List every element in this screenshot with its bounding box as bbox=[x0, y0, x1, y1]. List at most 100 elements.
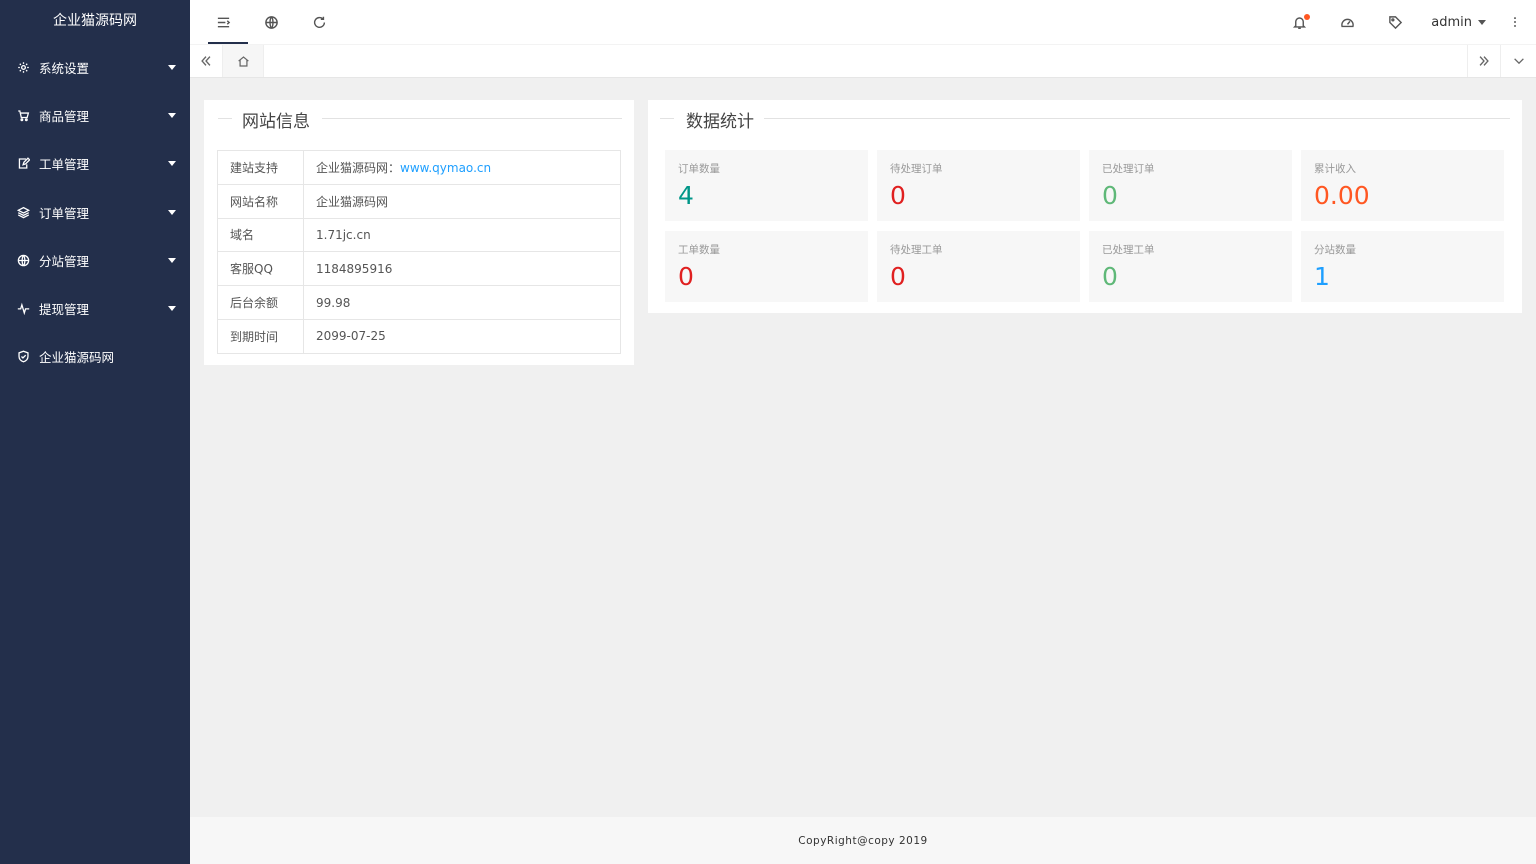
stat-label: 待处理工单 bbox=[890, 244, 943, 256]
card-title: 网站信息 bbox=[204, 100, 634, 136]
sidebar-item-substations[interactable]: 分站管理 bbox=[0, 236, 190, 284]
info-key: 后台余额 bbox=[217, 285, 304, 320]
layers-icon bbox=[16, 205, 30, 219]
stat-label: 已处理工单 bbox=[1102, 244, 1155, 256]
sidebar-item-products[interactable]: 商品管理 bbox=[0, 91, 190, 139]
info-key: 网站名称 bbox=[217, 183, 304, 219]
website-button[interactable] bbox=[248, 0, 294, 44]
stat-value: 4 bbox=[678, 181, 694, 210]
table-row: 客服QQ 1184895916 bbox=[217, 251, 621, 287]
sidebar-item-label: 订单管理 bbox=[39, 205, 90, 221]
stat-ticket-count: 工单数量 0 bbox=[665, 231, 868, 302]
stat-label: 分站数量 bbox=[1314, 244, 1356, 256]
tab-scroll-left-button[interactable] bbox=[190, 45, 223, 77]
site-info-card: 网站信息 建站支持 企业猫源码网：www.qymao.cn 网站名称 企业猫源码… bbox=[204, 100, 634, 365]
sidebar-item-label: 提现管理 bbox=[39, 302, 90, 318]
caret-down-icon bbox=[168, 209, 176, 215]
info-key: 域名 bbox=[217, 217, 304, 253]
user-name: admin bbox=[1431, 14, 1472, 30]
globe-icon bbox=[16, 253, 30, 267]
sidebar-item-system-settings[interactable]: 系统设置 bbox=[0, 43, 190, 91]
stat-value: 0.00 bbox=[1314, 181, 1370, 210]
copyright-text: CopyRight@copy 2019 bbox=[798, 834, 928, 847]
stat-label: 订单数量 bbox=[678, 163, 720, 175]
sidebar-item-label: 企业猫源码网 bbox=[39, 350, 115, 366]
home-icon bbox=[237, 55, 249, 67]
notification-dot bbox=[1304, 14, 1310, 20]
footer: CopyRight@copy 2019 bbox=[190, 817, 1536, 864]
more-vertical-icon bbox=[1514, 17, 1516, 27]
sidebar-item-orders[interactable]: 订单管理 bbox=[0, 188, 190, 236]
site-info-table: 建站支持 企业猫源码网：www.qymao.cn 网站名称 企业猫源码网 域名 … bbox=[217, 150, 621, 354]
stat-processed-tickets: 已处理工单 0 bbox=[1089, 231, 1292, 302]
stat-value: 0 bbox=[890, 262, 906, 291]
stats-title: 数据统计 bbox=[686, 112, 754, 132]
info-value: 1184895916 bbox=[303, 251, 621, 287]
stat-processed-orders: 已处理订单 0 bbox=[1089, 150, 1292, 221]
more-button[interactable] bbox=[1508, 0, 1522, 44]
tag-button[interactable] bbox=[1372, 0, 1418, 44]
stat-total-income: 累计收入 0.00 bbox=[1301, 150, 1504, 221]
table-row: 网站名称 企业猫源码网 bbox=[217, 183, 621, 219]
tab-bar bbox=[190, 44, 1536, 78]
stat-label: 待处理订单 bbox=[890, 163, 943, 175]
sidebar-item-withdrawals[interactable]: 提现管理 bbox=[0, 284, 190, 332]
info-value: 企业猫源码网：www.qymao.cn bbox=[303, 150, 621, 185]
stat-label: 工单数量 bbox=[678, 244, 720, 256]
cart-icon bbox=[16, 108, 30, 122]
table-row: 建站支持 企业猫源码网：www.qymao.cn bbox=[217, 150, 621, 185]
card-title: 数据统计 bbox=[648, 100, 1522, 136]
stat-pending-tickets: 待处理工单 0 bbox=[877, 231, 1080, 302]
sidebar: 企业猫源码网 系统设置 商品管理 工单管理 订单管理 分站管理 提现管理 企业猫… bbox=[0, 0, 190, 864]
stat-value: 0 bbox=[890, 181, 906, 210]
dashboard-icon bbox=[1340, 18, 1354, 27]
stat-value: 0 bbox=[678, 262, 694, 291]
caret-down-icon bbox=[168, 112, 176, 118]
sidebar-item-label: 系统设置 bbox=[39, 60, 90, 76]
stat-pending-orders: 待处理订单 0 bbox=[877, 150, 1080, 221]
top-header: admin bbox=[190, 0, 1536, 44]
tag-icon bbox=[1388, 15, 1402, 29]
edit-icon bbox=[16, 157, 30, 171]
info-key: 到期时间 bbox=[217, 318, 304, 354]
stat-value: 0 bbox=[1102, 181, 1118, 210]
sidebar-item-label: 商品管理 bbox=[39, 108, 90, 124]
caret-down-icon bbox=[168, 64, 176, 70]
table-row: 到期时间 2099-07-25 bbox=[217, 318, 621, 354]
tab-home[interactable] bbox=[223, 45, 264, 77]
stat-value: 0 bbox=[1102, 262, 1118, 291]
menu-toggle-button[interactable] bbox=[200, 0, 248, 44]
menu-toggle-icon bbox=[217, 17, 230, 27]
table-row: 后台余额 99.98 bbox=[217, 285, 621, 320]
table-row: 域名 1.71jc.cn bbox=[217, 217, 621, 253]
tab-options-button[interactable] bbox=[1500, 45, 1536, 77]
sidebar-item-tickets[interactable]: 工单管理 bbox=[0, 140, 190, 188]
stats-card: 数据统计 订单数量 4 待处理订单 0 已处理订单 0 累计收入 0.00 工单… bbox=[648, 100, 1522, 313]
info-value: 1.71jc.cn bbox=[303, 217, 621, 253]
info-key: 建站支持 bbox=[217, 150, 304, 185]
info-value: 99.98 bbox=[303, 285, 621, 320]
sidebar-logo[interactable]: 企业猫源码网 bbox=[0, 0, 190, 43]
stat-substation-count: 分站数量 1 bbox=[1301, 231, 1504, 302]
shield-icon bbox=[16, 350, 30, 364]
dashboard-button[interactable] bbox=[1324, 0, 1370, 44]
info-key: 客服QQ bbox=[217, 251, 304, 287]
globe-icon bbox=[264, 15, 278, 29]
tab-scroll-right-button[interactable] bbox=[1467, 45, 1500, 77]
website-link[interactable]: www.qymao.cn bbox=[400, 161, 491, 175]
caret-down-icon bbox=[168, 306, 176, 312]
double-chevron-left-icon bbox=[201, 56, 211, 66]
user-menu[interactable]: admin bbox=[1431, 0, 1486, 44]
gear-icon bbox=[16, 60, 30, 74]
refresh-button[interactable] bbox=[296, 0, 342, 44]
chevron-down-icon bbox=[1513, 58, 1524, 65]
notification-button[interactable] bbox=[1276, 0, 1322, 44]
double-chevron-right-icon bbox=[1479, 56, 1489, 66]
refresh-icon bbox=[313, 16, 325, 28]
stat-order-count: 订单数量 4 bbox=[665, 150, 868, 221]
caret-down-icon bbox=[1478, 19, 1486, 25]
stat-label: 累计收入 bbox=[1314, 163, 1356, 175]
sidebar-item-qymao[interactable]: 企业猫源码网 bbox=[0, 333, 190, 381]
caret-down-icon bbox=[168, 161, 176, 167]
sidebar-item-label: 分站管理 bbox=[39, 253, 90, 269]
